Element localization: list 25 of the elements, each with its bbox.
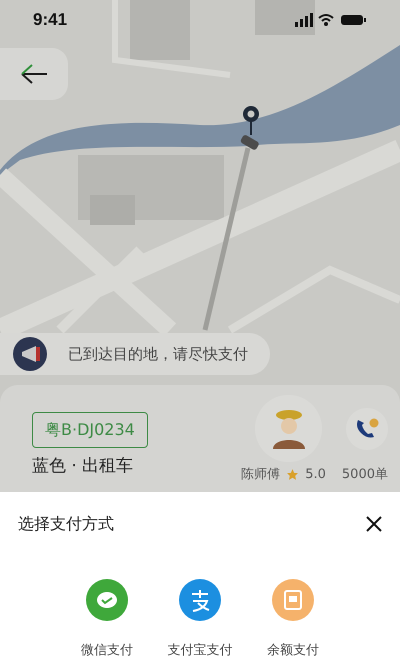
payment-method[interactable]: 余额支付 [246,579,340,660]
driver-name: 陈师傅 [241,466,280,484]
payment-method[interactable]: 微信支付 [60,579,154,660]
phone-icon [354,416,380,440]
star-icon [286,468,300,482]
payment-logo-icon[interactable] [179,579,221,621]
back-button[interactable] [0,48,68,100]
notice-text: 已到达目的地，请尽快支付 [68,344,248,365]
signal-icon [295,13,313,27]
battery-icon [341,15,366,25]
driver-avatar-icon [270,408,306,448]
payment-method[interactable]: 支付宝支付 [154,579,246,660]
back-arrow-icon [19,62,49,86]
call-button[interactable] [346,408,388,450]
destination-pin-icon [243,106,259,135]
chat-bubble-icon[interactable] [86,579,128,621]
vehicle-description: 蓝色 · 出租车 [32,455,134,478]
close-icon [366,516,382,532]
status-time: 9:41 [33,9,68,32]
wifi-icon [318,14,334,26]
driver-rating: 5.0 [305,466,326,484]
sheet-title: 选择支付方式 [18,513,114,535]
license-plate: 粤B·DJ0234 [32,412,148,448]
megaphone-icon [12,336,48,372]
driver-orders: 5000单 [342,466,388,484]
